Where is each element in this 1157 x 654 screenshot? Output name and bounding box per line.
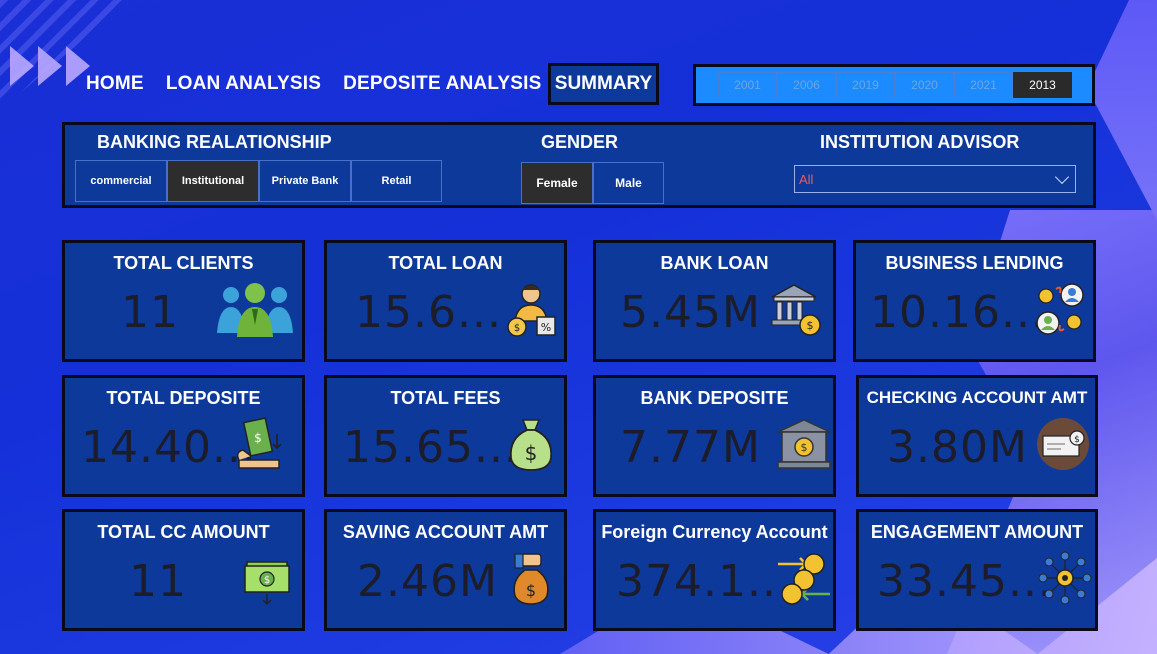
svg-text:$: $ bbox=[807, 319, 814, 332]
kpi-title: TOTAL DEPOSITE bbox=[106, 388, 261, 408]
filter-panel: BANKING REALATIONSHIP commercial Institu… bbox=[62, 122, 1096, 208]
kpi-card-saving-account: SAVING ACCOUNT AMT 2.46M $ bbox=[324, 509, 567, 631]
network-gear-icon bbox=[1038, 551, 1092, 605]
banking-option-private-bank[interactable]: Private Bank bbox=[259, 160, 351, 202]
people-group-icon bbox=[217, 283, 293, 337]
money-bag-icon: $ bbox=[509, 419, 553, 471]
year-button-2019[interactable]: 2019 bbox=[836, 72, 895, 98]
kpi-value: 7.77M bbox=[620, 422, 761, 473]
kpi-card-foreign-currency: Foreign Currency Account 374.1... bbox=[593, 509, 836, 631]
chevron-down-icon bbox=[1054, 169, 1070, 184]
year-button-2006[interactable]: 2006 bbox=[777, 72, 836, 98]
kpi-card-total-deposite: TOTAL DEPOSITE 14.40... $ bbox=[62, 375, 305, 497]
year-button-2020[interactable]: 2020 bbox=[895, 72, 954, 98]
decorative-arrows-icon bbox=[10, 46, 90, 86]
kpi-card-total-loan: TOTAL LOAN 15.6... $ % bbox=[324, 240, 567, 362]
gender-title: GENDER bbox=[541, 132, 619, 152]
banking-relationship-title: BANKING REALATIONSHIP bbox=[97, 132, 332, 152]
banking-relationship-slicer: commercial Institutional Private Bank Re… bbox=[75, 160, 442, 202]
loan-person-icon: $ % bbox=[507, 284, 556, 337]
nav-deposite-analysis[interactable]: DEPOSITE ANALYSIS bbox=[343, 73, 541, 95]
year-button-2013[interactable]: 2013 bbox=[1013, 72, 1072, 98]
kpi-card-checking-account: CHECKING ACCOUNT AMT 3.80M $ bbox=[856, 375, 1098, 497]
year-slicer: 2001 2006 2019 2020 2021 2013 bbox=[693, 64, 1095, 106]
kpi-value: 11 bbox=[121, 287, 179, 338]
kpi-card-engagement-amount: ENGAGEMENT AMOUNT 33.45... bbox=[856, 509, 1098, 631]
kpi-value: 2.46M bbox=[357, 556, 498, 607]
kpi-title: TOTAL CC AMOUNT bbox=[97, 522, 270, 542]
kpi-value: 15.6... bbox=[355, 287, 502, 338]
kpi-title: BANK DEPOSITE bbox=[640, 388, 789, 408]
hand-deposit-icon: $ bbox=[236, 417, 282, 469]
kpi-value: 33.45... bbox=[877, 556, 1053, 607]
banking-option-commercial[interactable]: commercial bbox=[75, 160, 167, 202]
hand-bag-icon: $ bbox=[513, 553, 549, 605]
kpi-card-bank-deposite: BANK DEPOSITE 7.77M $ bbox=[593, 375, 836, 497]
year-button-2021[interactable]: 2021 bbox=[954, 72, 1013, 98]
kpi-title: TOTAL FEES bbox=[390, 388, 501, 408]
bank-coin-icon: $ bbox=[771, 284, 821, 336]
kpi-title: BUSINESS LENDING bbox=[885, 253, 1064, 273]
svg-text:$: $ bbox=[514, 323, 520, 334]
kpi-value: 11 bbox=[129, 556, 187, 607]
kpi-card-total-clients: TOTAL CLIENTS 11 bbox=[62, 240, 305, 362]
kpi-card-total-cc-amount: TOTAL CC AMOUNT 11 $ bbox=[62, 509, 305, 631]
svg-text:$: $ bbox=[1074, 435, 1080, 445]
currency-exchange-icon bbox=[778, 553, 830, 605]
banking-option-institutional[interactable]: Institutional bbox=[167, 160, 259, 202]
kpi-value: 15.65... bbox=[343, 422, 519, 473]
cash-stack-icon: $ bbox=[244, 561, 290, 606]
kpi-title: TOTAL CLIENTS bbox=[113, 253, 254, 273]
exchange-people-icon bbox=[1036, 283, 1084, 335]
kpi-title: ENGAGEMENT AMOUNT bbox=[870, 522, 1084, 542]
svg-text:%: % bbox=[541, 321, 551, 334]
banking-option-retail[interactable]: Retail bbox=[351, 160, 442, 202]
top-navigation: HOME LOAN ANALYSIS DEPOSITE ANALYSIS bbox=[86, 73, 542, 95]
svg-text:$: $ bbox=[801, 441, 808, 454]
kpi-value: 5.45M bbox=[620, 287, 761, 338]
svg-text:$: $ bbox=[264, 575, 270, 586]
year-button-2001[interactable]: 2001 bbox=[718, 72, 777, 98]
svg-text:$: $ bbox=[526, 581, 536, 600]
decorative-shape-top-right bbox=[1087, 0, 1157, 220]
kpi-title: SAVING ACCOUNT AMT bbox=[342, 522, 549, 542]
nav-loan-analysis[interactable]: LOAN ANALYSIS bbox=[166, 73, 321, 95]
institution-advisor-title: INSTITUTION ADVISOR bbox=[820, 132, 1020, 152]
kpi-title: Foreign Currency Account bbox=[601, 522, 828, 542]
kpi-card-total-fees: TOTAL FEES 15.65... $ bbox=[324, 375, 567, 497]
kpi-title: CHECKING ACCOUNT AMT bbox=[866, 388, 1088, 407]
kpi-title: TOTAL LOAN bbox=[388, 253, 503, 273]
kpi-card-business-lending: BUSINESS LENDING 10.16... bbox=[853, 240, 1096, 362]
gender-slicer: Female Male bbox=[521, 162, 664, 204]
cheque-icon: $ bbox=[1037, 418, 1089, 470]
svg-text:$: $ bbox=[254, 431, 262, 445]
nav-summary[interactable]: SUMMARY bbox=[548, 63, 659, 105]
bank-building-icon: $ bbox=[777, 419, 831, 469]
institution-advisor-value: All bbox=[799, 171, 814, 187]
kpi-card-bank-loan: BANK LOAN 5.45M $ bbox=[593, 240, 836, 362]
svg-text:$: $ bbox=[525, 441, 538, 465]
kpi-value: 10.16... bbox=[870, 287, 1046, 338]
nav-home[interactable]: HOME bbox=[86, 73, 144, 95]
gender-option-male[interactable]: Male bbox=[593, 162, 664, 204]
kpi-value: 3.80M bbox=[887, 422, 1028, 473]
gender-option-female[interactable]: Female bbox=[521, 162, 593, 204]
kpi-value: 374.1... bbox=[616, 556, 792, 607]
kpi-title: BANK LOAN bbox=[660, 253, 769, 273]
institution-advisor-dropdown[interactable]: All bbox=[794, 165, 1076, 193]
